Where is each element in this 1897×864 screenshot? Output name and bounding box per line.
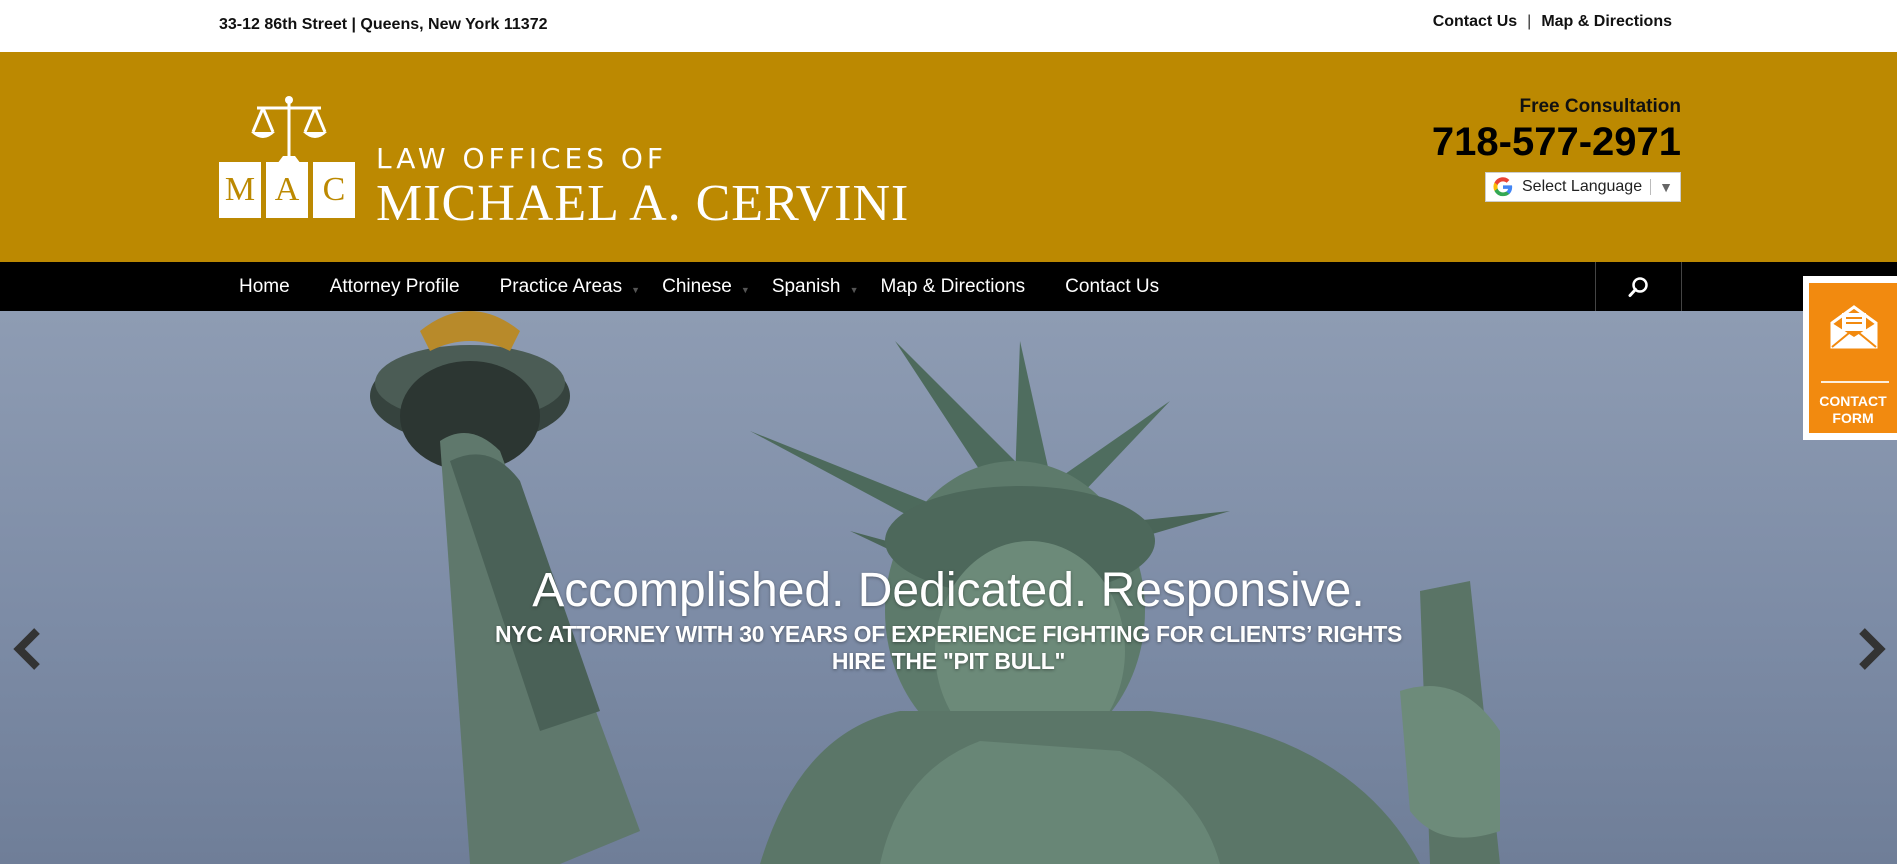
- logo-line-2: MICHAEL A. CERVINI: [376, 175, 910, 232]
- nav-item-map-directions[interactable]: Map & Directions: [860, 276, 1045, 298]
- language-select[interactable]: Select Language ▼: [1485, 172, 1681, 202]
- nav-item-label: Chinese: [662, 275, 732, 297]
- site-logo[interactable]: M A C LAW OFFICES OF MICHAEL A. CERVINI: [219, 94, 919, 232]
- slider-prev-button[interactable]: [10, 624, 46, 674]
- chevron-right-icon: [1859, 628, 1886, 670]
- search-icon: [1628, 276, 1648, 297]
- contact-form-label-line2: FORM: [1832, 410, 1874, 426]
- nav-item-spanish[interactable]: Spanish ▼: [752, 276, 861, 298]
- hero-slider: Accomplished. Dedicated. Responsive. NYC…: [0, 311, 1897, 864]
- dropdown-arrow-icon: ▼: [1650, 179, 1673, 195]
- office-address: 33-12 86th Street | Queens, New York 113…: [219, 16, 548, 33]
- monogram-m: M: [219, 162, 261, 218]
- contact-form-label-line1: CONTACT: [1819, 393, 1887, 409]
- slider-next-button[interactable]: [1853, 624, 1889, 674]
- language-select-label: Select Language: [1522, 178, 1643, 195]
- logo-line-1: LAW OFFICES OF: [376, 142, 668, 175]
- main-nav: Home Attorney Profile Practice Areas ▼ Ch…: [0, 262, 1897, 311]
- nav-item-label: Map & Directions: [880, 275, 1026, 297]
- nav-item-home[interactable]: Home: [219, 276, 310, 298]
- top-link-map-directions[interactable]: Map & Directions: [1541, 13, 1672, 31]
- top-link-separator: |: [1527, 13, 1532, 30]
- nav-item-label: Attorney Profile: [329, 275, 460, 297]
- monogram-c: C: [313, 162, 355, 218]
- top-links: Contact Us | Map & Directions: [1433, 13, 1672, 31]
- hero-headline: Accomplished. Dedicated. Responsive.: [532, 564, 1365, 617]
- contact-form-divider: [1821, 381, 1889, 383]
- phone-number[interactable]: 718-577-2971: [1432, 120, 1681, 164]
- google-g-icon: [1493, 177, 1513, 197]
- nav-item-label: Home: [239, 275, 290, 297]
- monogram-a: A: [266, 162, 308, 218]
- free-consultation-label: Free Consultation: [1519, 96, 1681, 117]
- hero-subline-1: NYC ATTORNEY WITH 30 YEARS OF EXPERIENCE…: [494, 621, 1403, 647]
- search-button[interactable]: [1595, 262, 1682, 311]
- nav-item-contact-us[interactable]: Contact Us: [1045, 276, 1179, 298]
- top-utility-bar: 33-12 86th Street | Queens, New York 113…: [0, 0, 1897, 52]
- site-header: M A C LAW OFFICES OF MICHAEL A. CERVINI …: [0, 52, 1897, 262]
- caret-down-icon: ▼: [849, 284, 859, 295]
- nav-item-attorney-profile[interactable]: Attorney Profile: [310, 276, 480, 298]
- nav-item-label: Practice Areas: [499, 275, 623, 297]
- nav-item-chinese[interactable]: Chinese ▼: [642, 276, 752, 298]
- header-contact: Free Consultation 718-577-2971: [1432, 96, 1681, 164]
- scales-of-justice-icon: [251, 96, 327, 164]
- nav-menu: Home Attorney Profile Practice Areas ▼ Ch…: [219, 262, 1179, 311]
- contact-form-tab-inner: CONTACT FORM: [1809, 283, 1897, 433]
- hero-subheadline: NYC ATTORNEY WITH 30 YEARS OF EXPERIENCE…: [0, 621, 1897, 675]
- chevron-left-icon: [13, 628, 40, 670]
- hero-subline-2: HIRE THE "PIT BULL": [831, 648, 1066, 674]
- contact-form-tab[interactable]: CONTACT FORM: [1803, 276, 1897, 440]
- nav-item-practice-areas[interactable]: Practice Areas ▼: [480, 276, 643, 298]
- top-link-contact-us[interactable]: Contact Us: [1433, 13, 1517, 31]
- envelope-icon: [1830, 305, 1878, 349]
- contact-form-label: CONTACT FORM: [1809, 393, 1897, 427]
- caret-down-icon: ▼: [740, 284, 750, 295]
- caret-down-icon: ▼: [631, 284, 641, 295]
- nav-item-label: Spanish: [771, 275, 841, 297]
- nav-item-label: Contact Us: [1065, 275, 1160, 297]
